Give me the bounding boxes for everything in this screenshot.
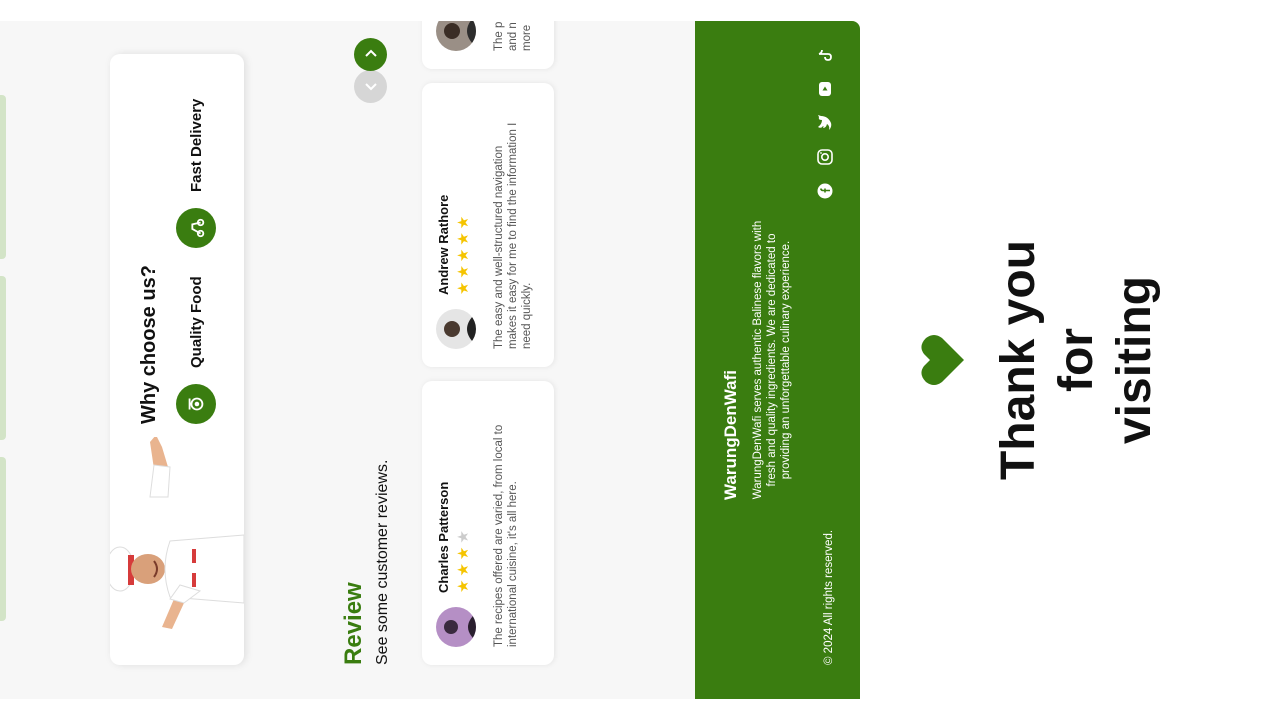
star-icon: ★ bbox=[455, 232, 472, 246]
facebook-icon[interactable] bbox=[817, 183, 833, 199]
star-icon: ★ bbox=[455, 281, 472, 295]
thank-you-line: Thank you for bbox=[992, 239, 1103, 481]
carousel-down-button[interactable] bbox=[354, 70, 387, 103]
carousel-up-button[interactable] bbox=[354, 38, 387, 71]
avatar bbox=[436, 607, 476, 647]
footer-description: WarungDenWafi serves authentic Balinese … bbox=[752, 220, 792, 500]
menu-tile[interactable] bbox=[0, 276, 6, 440]
review-card: The p and n more bbox=[422, 21, 554, 69]
delivery-icon bbox=[176, 208, 216, 248]
review-title: Review bbox=[340, 582, 367, 665]
feature-label: Quality Food bbox=[187, 276, 205, 368]
youtube-icon[interactable] bbox=[817, 81, 833, 97]
star-icon: ★ bbox=[455, 579, 472, 593]
instagram-icon[interactable] bbox=[817, 149, 833, 165]
star-icon: ★ bbox=[455, 215, 472, 230]
twitter-icon[interactable] bbox=[817, 115, 833, 131]
feature-label: Fast Delivery bbox=[187, 98, 205, 192]
avatar bbox=[436, 309, 476, 349]
thank-you-section: Thank you for visiting bbox=[910, 210, 1161, 510]
footer-copyright: © 2024 All rights reserved. bbox=[823, 529, 835, 665]
social-links bbox=[817, 47, 833, 199]
rating-stars: ★ ★ ★ ★ ★ bbox=[455, 215, 472, 295]
reviewer-name: Charles Patterson bbox=[436, 481, 451, 593]
review-text: The p and n more bbox=[493, 21, 533, 51]
page-canvas: Why choose us? Quality Food Fast Deliver… bbox=[0, 21, 860, 699]
review-text: The easy and well-structured navigation … bbox=[493, 122, 533, 349]
review-card: Charles Patterson ★ ★ ★ ★ The recipes of… bbox=[422, 381, 554, 665]
heart-icon bbox=[921, 335, 964, 385]
rating-stars: ★ ★ ★ ★ bbox=[455, 530, 472, 593]
chevron-up-icon bbox=[364, 50, 377, 58]
feature-fast-delivery: Fast Delivery bbox=[176, 99, 216, 248]
thank-you-line: visiting bbox=[1108, 275, 1161, 445]
chevron-down-icon bbox=[364, 83, 377, 91]
tiktok-icon[interactable] bbox=[817, 47, 833, 63]
chef-image bbox=[110, 437, 244, 629]
star-icon: ★ bbox=[455, 546, 472, 561]
thank-you-heading: Thank you for visiting bbox=[990, 210, 1164, 510]
star-icon: ★ bbox=[455, 530, 472, 544]
feature-quality-food: Quality Food bbox=[176, 276, 216, 424]
reviewer-name: Andrew Rathore bbox=[436, 194, 451, 295]
star-icon: ★ bbox=[455, 248, 472, 263]
star-icon: ★ bbox=[455, 265, 472, 279]
review-card: Andrew Rathore ★ ★ ★ ★ ★ The easy and we… bbox=[422, 83, 554, 367]
menu-tile[interactable] bbox=[0, 457, 6, 621]
star-icon: ★ bbox=[455, 563, 472, 577]
why-choose-title: Why choose us? bbox=[138, 265, 160, 424]
review-text: The recipes offered are varied, from loc… bbox=[493, 424, 519, 647]
review-subtitle: See some customer reviews. bbox=[374, 459, 391, 665]
footer: WarungDenWafi WarungDenWafi serves authe… bbox=[695, 21, 860, 699]
footer-brand-name: WarungDenWafi bbox=[721, 370, 740, 501]
why-choose-us-card: Why choose us? Quality Food Fast Deliver… bbox=[110, 54, 244, 665]
avatar bbox=[436, 21, 476, 51]
food-icon bbox=[176, 384, 216, 424]
menu-tile[interactable] bbox=[0, 95, 6, 259]
